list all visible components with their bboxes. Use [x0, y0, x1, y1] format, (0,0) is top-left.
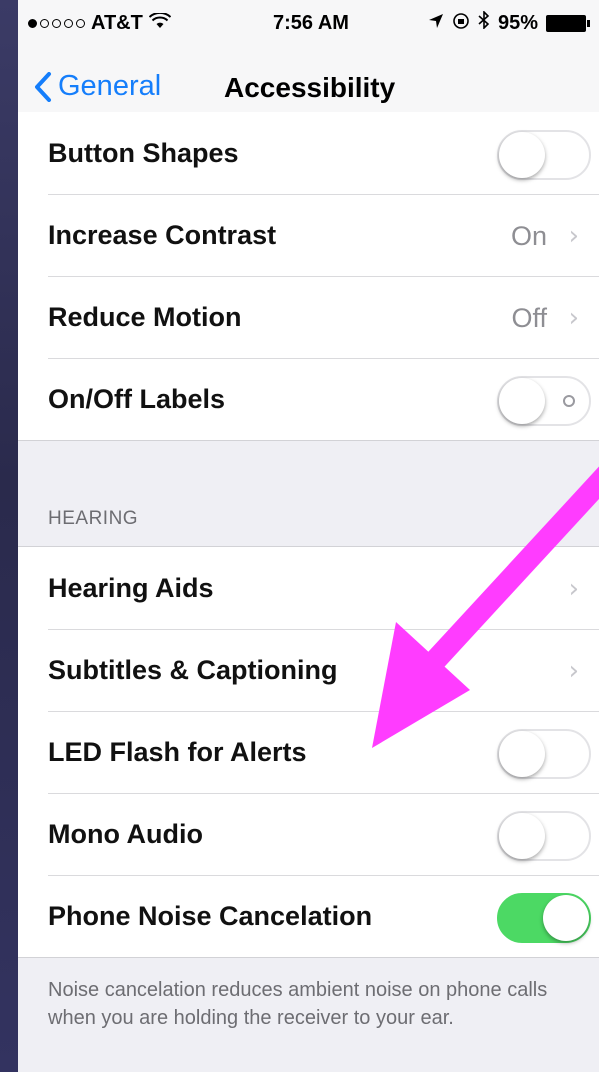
- row-label: Subtitles & Captioning: [48, 655, 338, 685]
- wifi-icon: [148, 11, 172, 35]
- row-value: Off: [511, 303, 547, 333]
- row-on-off-labels[interactable]: On/Off Labels: [18, 358, 599, 440]
- row-phone-noise-cancelation[interactable]: Phone Noise Cancelation: [18, 875, 599, 957]
- row-label: Reduce Motion: [48, 302, 242, 332]
- led-flash-toggle[interactable]: [497, 729, 591, 779]
- button-shapes-toggle[interactable]: [497, 130, 591, 180]
- phone-noise-cancelation-toggle[interactable]: [497, 893, 591, 943]
- row-reduce-motion[interactable]: Reduce Motion Off ›: [18, 276, 599, 358]
- status-bar: AT&T 7:56 AM 95%: [18, 0, 599, 46]
- battery-icon: [546, 14, 591, 32]
- bluetooth-icon: [478, 10, 490, 35]
- back-chevron-icon: [35, 71, 51, 102]
- battery-percent: 95%: [498, 11, 539, 34]
- row-subtitles-captioning[interactable]: Subtitles & Captioning ›: [18, 629, 599, 711]
- row-label: Hearing Aids: [48, 573, 214, 603]
- chevron-right-icon: ›: [568, 303, 579, 333]
- row-label: Phone Noise Cancelation: [48, 901, 373, 931]
- row-hearing-aids[interactable]: Hearing Aids ›: [18, 547, 599, 629]
- location-arrow-icon: [428, 12, 444, 35]
- row-label: Button Shapes: [48, 138, 239, 168]
- hearing-footer-note: Noise cancelation reduces ambient noise …: [48, 979, 548, 1029]
- chevron-right-icon: ›: [568, 221, 579, 251]
- back-button[interactable]: General: [34, 70, 161, 103]
- section-header-hearing: HEARING: [48, 508, 139, 529]
- row-label: Mono Audio: [48, 819, 203, 849]
- status-right: 95%: [428, 10, 591, 35]
- row-led-flash-alerts[interactable]: LED Flash for Alerts: [18, 711, 599, 793]
- row-value: On: [510, 221, 547, 251]
- status-left: AT&T: [28, 11, 172, 35]
- phone-screen: AT&T 7:56 AM 95% General Accessibility B…: [18, 0, 599, 1072]
- chevron-right-icon: ›: [568, 656, 579, 686]
- back-button-label: General: [58, 70, 162, 102]
- status-time: 7:56 AM: [273, 12, 349, 34]
- chevron-right-icon: ›: [568, 574, 579, 604]
- row-button-shapes[interactable]: Button Shapes: [18, 112, 599, 194]
- page-title: Accessibility: [224, 72, 396, 103]
- signal-strength-icon: [28, 19, 85, 28]
- mono-audio-toggle[interactable]: [497, 811, 591, 861]
- vision-settings-group: Button Shapes Increase Contrast On › Red…: [18, 112, 599, 441]
- row-increase-contrast[interactable]: Increase Contrast On ›: [18, 194, 599, 276]
- hearing-settings-group: Hearing Aids › Subtitles & Captioning › …: [18, 546, 599, 958]
- row-label: Increase Contrast: [48, 220, 277, 250]
- lock-rotation-icon: [452, 12, 470, 35]
- row-label: LED Flash for Alerts: [48, 737, 307, 767]
- row-label: On/Off Labels: [48, 384, 226, 414]
- row-mono-audio[interactable]: Mono Audio: [18, 793, 599, 875]
- on-off-labels-toggle[interactable]: [497, 376, 591, 426]
- carrier-label: AT&T: [91, 12, 143, 34]
